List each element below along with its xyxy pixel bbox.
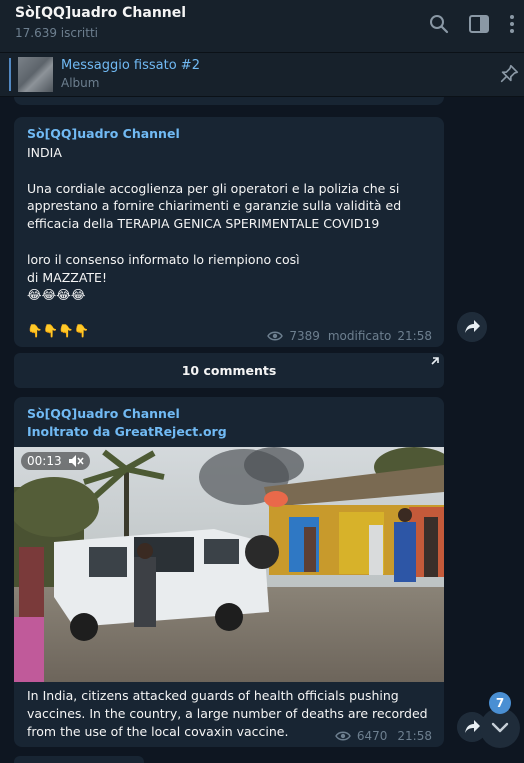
comments-label: 10 comments xyxy=(181,363,277,378)
post-text: INDIA Una cordiale accoglienza per gli o… xyxy=(27,145,402,338)
next-message-edge xyxy=(14,756,144,763)
subscriber-count: 17.639 iscritti xyxy=(15,26,98,40)
post-time: 21:58 xyxy=(397,329,432,343)
channel-post[interactable]: Sò[QQ]uadro Channel Inoltrato da GreatRe… xyxy=(14,397,444,747)
comments-button[interactable]: 10 comments xyxy=(14,353,444,388)
post-meta: 7389 modificato 21:58 xyxy=(267,329,432,343)
search-icon[interactable] xyxy=(427,12,451,36)
more-options-icon[interactable] xyxy=(500,12,524,36)
post-sender[interactable]: Sò[QQ]uadro Channel xyxy=(27,406,180,421)
video-duration-badge: 00:13 xyxy=(21,452,90,470)
previous-message-edge xyxy=(14,97,444,105)
video-frame xyxy=(14,447,444,682)
open-comments-arrow-icon xyxy=(431,357,439,365)
chevron-down-icon xyxy=(491,722,509,733)
pinned-thumbnail xyxy=(18,57,53,92)
forwarded-from[interactable]: Inoltrato da GreatReject.org xyxy=(27,424,227,439)
sidebar-toggle-icon[interactable] xyxy=(467,12,491,36)
unpin-icon[interactable] xyxy=(498,63,520,85)
edited-label: modificato xyxy=(327,329,392,343)
pinned-indicator xyxy=(9,58,11,91)
pinned-title: Messaggio fissato #2 xyxy=(61,58,200,73)
video-duration: 00:13 xyxy=(27,454,62,468)
view-count: 6470 xyxy=(356,729,388,743)
views-icon xyxy=(335,731,351,741)
pinned-subtitle: Album xyxy=(61,76,100,90)
share-button[interactable] xyxy=(457,312,487,342)
view-count: 7389 xyxy=(289,329,320,343)
chat-header[interactable]: Sò[QQ]uadro Channel 17.639 iscritti xyxy=(0,0,524,53)
post-meta: 6470 21:58 xyxy=(335,729,432,743)
scroll-to-bottom-button[interactable] xyxy=(480,708,520,748)
post-sender[interactable]: Sò[QQ]uadro Channel xyxy=(27,126,180,141)
views-icon xyxy=(267,331,284,341)
channel-post[interactable]: Sò[QQ]uadro Channel INDIA Una cordiale a… xyxy=(14,117,444,347)
video-player[interactable]: 00:13 xyxy=(14,447,444,682)
post-time: 21:58 xyxy=(397,729,432,743)
pinned-message-bar[interactable]: Messaggio fissato #2 Album xyxy=(0,53,524,97)
channel-title[interactable]: Sò[QQ]uadro Channel xyxy=(15,5,186,21)
unread-count-badge: 7 xyxy=(489,692,511,714)
muted-icon[interactable] xyxy=(68,454,84,468)
